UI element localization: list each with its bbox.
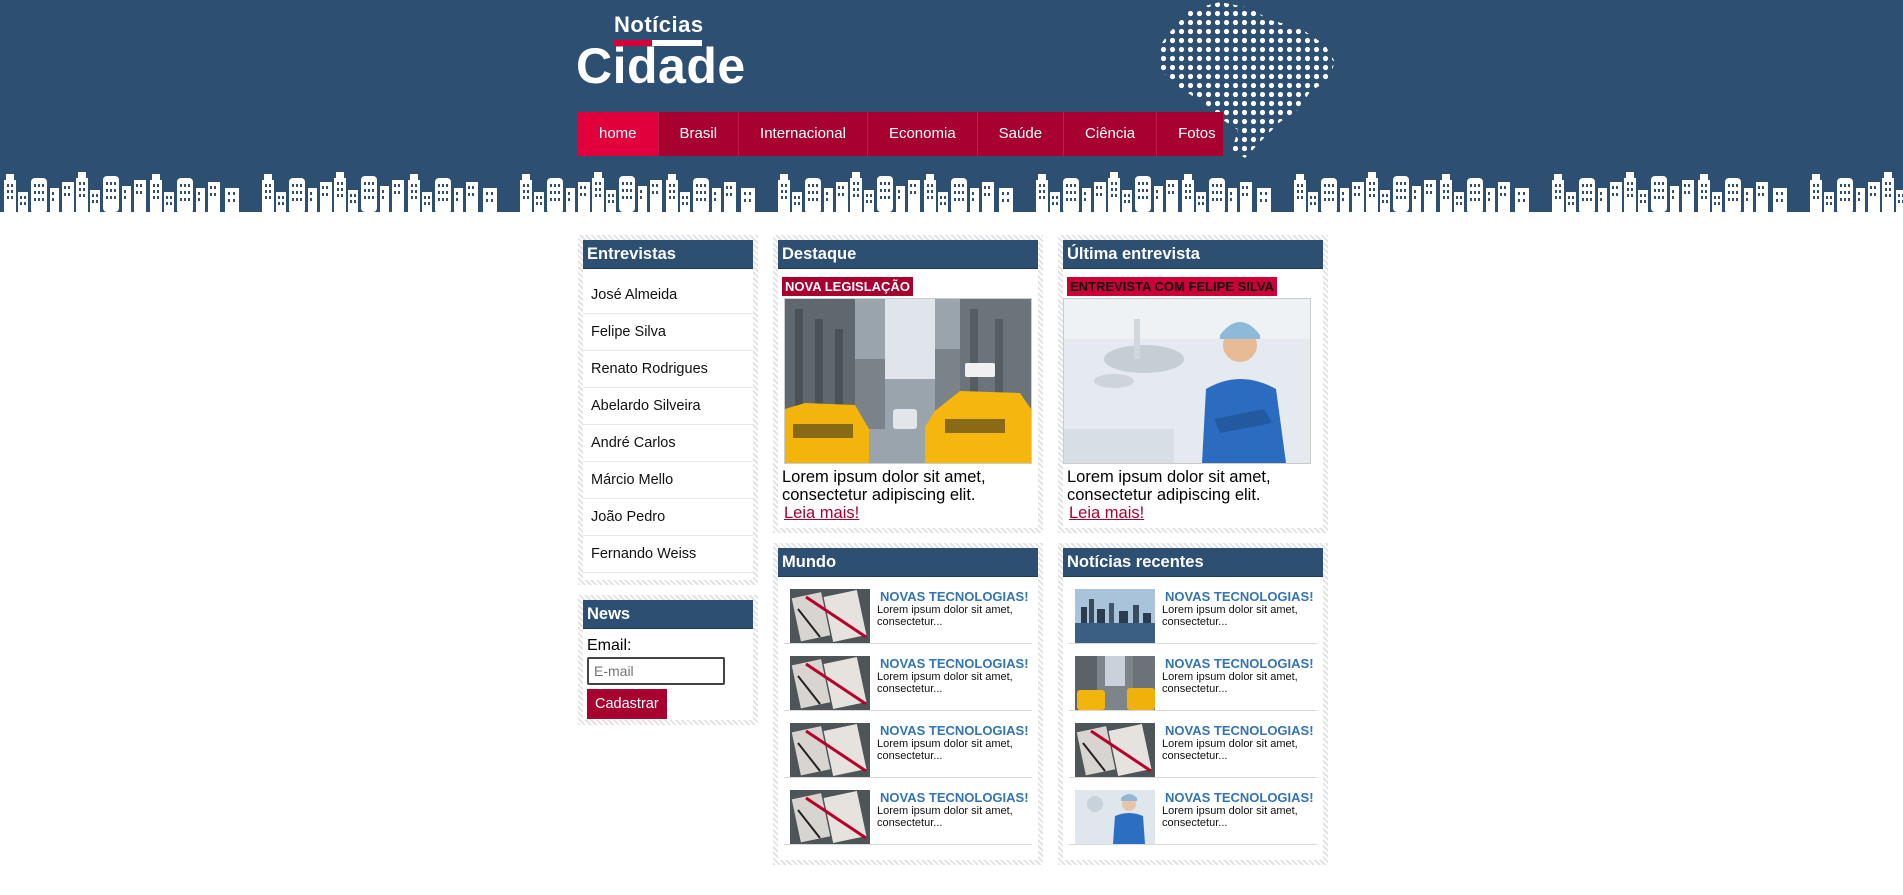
- destaque-title: Destaque: [778, 240, 1038, 269]
- site-header: Notícias Cidade home Brasil Internaciona…: [0, 0, 1903, 220]
- taxi-street-photo[interactable]: [784, 298, 1032, 464]
- main-nav: home Brasil Internacional Economia Saúde…: [578, 112, 1223, 156]
- notebook-thumbnail: [790, 656, 870, 710]
- entrevistas-panel: Entrevistas José Almeida Felipe Silva Re…: [578, 235, 758, 585]
- news-excerpt: Lorem ipsum dolor sit amet, consectetur.…: [1162, 805, 1298, 829]
- news-excerpt: Lorem ipsum dolor sit amet, consectetur.…: [1162, 738, 1298, 762]
- notebook-thumbnail: [1075, 723, 1155, 777]
- taxi-thumbnail: [1075, 656, 1155, 710]
- list-item[interactable]: NOVAS TECNOLOGIAS! Lorem ipsum dolor sit…: [1069, 711, 1317, 778]
- entrevista-item[interactable]: José Almeida: [583, 277, 753, 314]
- destaque-text: Lorem ipsum dolor sit amet, consectetur …: [782, 468, 986, 504]
- ultima-entrevista-panel: Última entrevista ENTREVISTA COM FELIPE …: [1058, 235, 1328, 533]
- mundo-panel: Mundo NOVAS TECNOLOGIAS! Lorem ipsum dol…: [773, 543, 1043, 865]
- noticias-recentes-title: Notícias recentes: [1063, 548, 1323, 577]
- news-title: News: [583, 600, 753, 629]
- entrevista-item[interactable]: João Pedro: [583, 499, 753, 536]
- signup-button[interactable]: Cadastrar: [587, 689, 667, 719]
- news-excerpt: Lorem ipsum dolor sit amet, consectetur.…: [877, 604, 1013, 628]
- news-headline[interactable]: NOVAS TECNOLOGIAS!: [880, 723, 1029, 738]
- list-item[interactable]: NOVAS TECNOLOGIAS! Lorem ipsum dolor sit…: [784, 577, 1032, 644]
- destaque-panel: Destaque NOVA LEGISLAÇÃO Lorem ipsum dol…: [773, 235, 1043, 533]
- destaque-tag[interactable]: NOVA LEGISLAÇÃO: [782, 277, 913, 296]
- email-field[interactable]: [587, 657, 725, 685]
- nav-item-saude[interactable]: Saúde: [978, 112, 1065, 156]
- news-headline[interactable]: NOVAS TECNOLOGIAS!: [1165, 723, 1314, 738]
- city-skyline-graphic: [0, 168, 1903, 220]
- ultima-entrevista-tag[interactable]: ENTREVISTA COM FELIPE SILVA: [1067, 277, 1277, 296]
- nav-item-ciencia[interactable]: Ciência: [1064, 112, 1158, 156]
- logo-small-text: Notícias: [614, 12, 704, 37]
- ultima-entrevista-read-more-link[interactable]: Leia mais!: [1063, 504, 1144, 523]
- notebook-thumbnail: [790, 589, 870, 643]
- list-item[interactable]: NOVAS TECNOLOGIAS! Lorem ipsum dolor sit…: [1069, 778, 1317, 845]
- news-excerpt: Lorem ipsum dolor sit amet, consectetur.…: [877, 738, 1013, 762]
- entrevistas-list: José Almeida Felipe Silva Renato Rodrigu…: [583, 269, 753, 573]
- site-logo[interactable]: Notícias Cidade: [576, 12, 745, 94]
- notebook-thumbnail: [790, 790, 870, 844]
- ultima-entrevista-text: Lorem ipsum dolor sit amet, consectetur …: [1067, 468, 1271, 504]
- nav-item-home[interactable]: home: [578, 112, 659, 156]
- nav-item-brasil[interactable]: Brasil: [659, 112, 740, 156]
- notebook-thumbnail: [790, 723, 870, 777]
- news-panel: News Email: Cadastrar: [578, 595, 758, 725]
- entrevista-item[interactable]: Fernando Weiss: [583, 536, 753, 573]
- news-excerpt: Lorem ipsum dolor sit amet, consectetur.…: [1162, 671, 1298, 695]
- entrevista-item[interactable]: André Carlos: [583, 425, 753, 462]
- ultima-entrevista-title: Última entrevista: [1063, 240, 1323, 269]
- nav-item-internacional[interactable]: Internacional: [739, 112, 868, 156]
- nav-item-fotos[interactable]: Fotos: [1157, 112, 1237, 156]
- news-excerpt: Lorem ipsum dolor sit amet, consectetur.…: [1162, 604, 1298, 628]
- mundo-title: Mundo: [778, 548, 1038, 577]
- entrevista-item[interactable]: Márcio Mello: [583, 462, 753, 499]
- entrevista-item[interactable]: Felipe Silva: [583, 314, 753, 351]
- nav-item-economia[interactable]: Economia: [868, 112, 978, 156]
- entrevista-item[interactable]: Abelardo Silveira: [583, 388, 753, 425]
- entrevista-item[interactable]: Renato Rodrigues: [583, 351, 753, 388]
- doctor-photo[interactable]: [1063, 298, 1311, 464]
- list-item[interactable]: NOVAS TECNOLOGIAS! Lorem ipsum dolor sit…: [1069, 577, 1317, 644]
- entrevistas-title: Entrevistas: [583, 240, 753, 269]
- noticias-recentes-panel: Notícias recentes NOVAS TECNOLOGIAS! Lor…: [1058, 543, 1328, 865]
- news-headline[interactable]: NOVAS TECNOLOGIAS!: [1165, 656, 1314, 671]
- list-item[interactable]: NOVAS TECNOLOGIAS! Lorem ipsum dolor sit…: [784, 644, 1032, 711]
- news-headline[interactable]: NOVAS TECNOLOGIAS!: [880, 790, 1029, 805]
- news-excerpt: Lorem ipsum dolor sit amet, consectetur.…: [877, 671, 1013, 695]
- destaque-read-more-link[interactable]: Leia mais!: [778, 504, 859, 523]
- news-headline[interactable]: NOVAS TECNOLOGIAS!: [880, 656, 1029, 671]
- city-skyline-thumbnail: [1075, 589, 1155, 643]
- news-headline[interactable]: NOVAS TECNOLOGIAS!: [1165, 589, 1314, 604]
- news-excerpt: Lorem ipsum dolor sit amet, consectetur.…: [877, 805, 1013, 829]
- doctor-thumbnail: [1075, 790, 1155, 844]
- list-item[interactable]: NOVAS TECNOLOGIAS! Lorem ipsum dolor sit…: [784, 778, 1032, 845]
- news-headline[interactable]: NOVAS TECNOLOGIAS!: [880, 589, 1029, 604]
- news-headline[interactable]: NOVAS TECNOLOGIAS!: [1165, 790, 1314, 805]
- logo-big-text: Cidade: [576, 38, 746, 94]
- list-item[interactable]: NOVAS TECNOLOGIAS! Lorem ipsum dolor sit…: [784, 711, 1032, 778]
- email-label: Email:: [587, 637, 632, 654]
- list-item[interactable]: NOVAS TECNOLOGIAS! Lorem ipsum dolor sit…: [1069, 644, 1317, 711]
